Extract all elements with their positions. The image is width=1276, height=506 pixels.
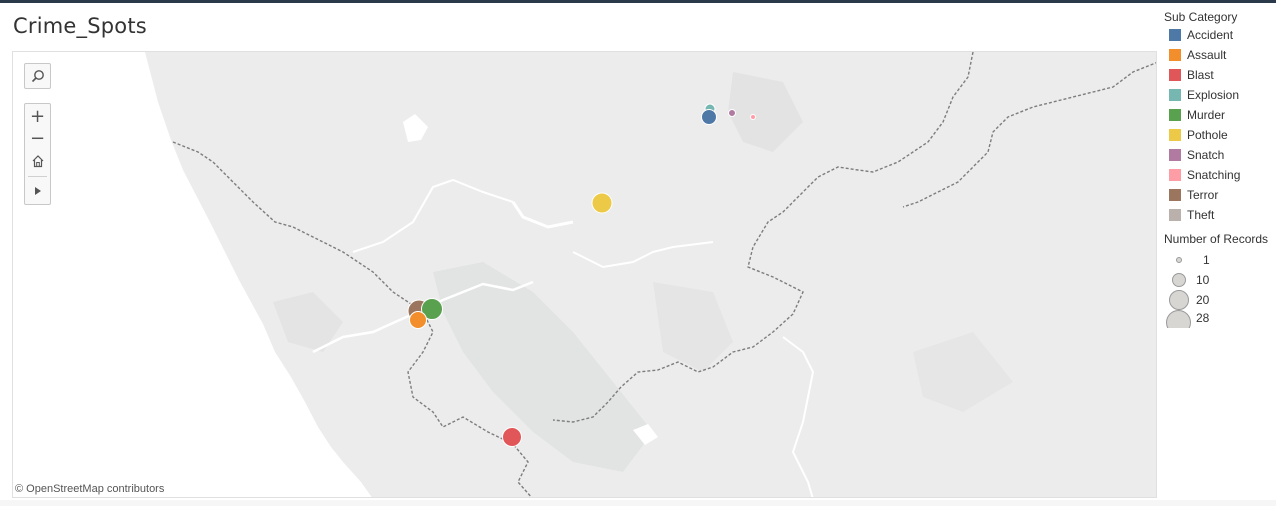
legend-item-accident[interactable]: Accident [1164,25,1276,45]
point-snatch[interactable] [728,109,736,117]
map-attribution[interactable]: © OpenStreetMap contributors [15,483,164,495]
legend-label: Theft [1187,208,1215,222]
size-circle [1172,273,1186,287]
reset-map-button[interactable] [25,150,50,172]
legend-swatch [1169,49,1181,61]
point-snatching[interactable] [750,114,756,120]
zoom-out-button[interactable]: − [25,128,50,150]
play-icon [34,187,41,195]
size-circle [1166,310,1191,328]
legend-swatch [1169,89,1181,101]
legend-item-terror[interactable]: Terror [1164,185,1276,205]
legend-label: Murder [1187,108,1226,122]
point-accident[interactable] [701,109,717,125]
size-label: 28 [1196,311,1210,325]
size-circle [1176,257,1182,263]
size-legend-item: 10 [1164,270,1276,290]
legend-label: Terror [1187,188,1219,202]
legend-item-snatching[interactable]: Snatching [1164,165,1276,185]
size-label: 10 [1196,273,1210,287]
map-zoom-toolbar: + − [24,103,51,205]
legend-item-blast[interactable]: Blast [1164,65,1276,85]
size-label: 20 [1196,293,1210,307]
size-legend-title: Number of Records [1164,232,1269,246]
point-assault[interactable] [409,311,427,329]
toolbar-divider [28,176,47,177]
point-pothole[interactable] [591,192,613,214]
point-blast[interactable] [502,427,522,447]
size-legend-item: 1 [1164,250,1276,270]
size-circle [1169,290,1189,310]
legend-swatch [1169,169,1181,181]
crime-points-layer [407,103,756,447]
zoom-in-button[interactable]: + [25,106,50,128]
legend-item-explosion[interactable]: Explosion [1164,85,1276,105]
legend-label: Accident [1187,28,1234,42]
legend-swatch [1169,109,1181,121]
top-accent-bar [0,0,1276,3]
search-icon [31,70,44,83]
legend-panel: Sub Category Accident Assault Blast Expl… [1164,9,1276,328]
size-label: 1 [1203,253,1210,267]
plus-icon: + [29,106,46,127]
legend-label: Snatching [1187,168,1241,182]
legend-item-theft[interactable]: Theft [1164,205,1276,225]
legend-swatch [1169,149,1181,161]
legend-swatch [1169,69,1181,81]
legend-swatch [1169,29,1181,41]
color-legend: Accident Assault Blast Explosion Murder … [1164,25,1276,225]
legend-label: Snatch [1187,148,1225,162]
map-search-button[interactable] [24,63,51,89]
legend-item-assault[interactable]: Assault [1164,45,1276,65]
expand-toolbar-button[interactable] [25,180,50,202]
legend-label: Explosion [1187,88,1240,102]
legend-swatch [1169,129,1181,141]
color-legend-title: Sub Category [1164,10,1238,24]
legend-label: Assault [1187,48,1227,62]
legend-label: Pothole [1187,128,1228,142]
legend-item-murder[interactable]: Murder [1164,105,1276,125]
minus-icon: − [29,128,46,149]
size-legend: 1 10 20 28 [1164,250,1276,328]
size-legend-item: 28 [1164,310,1276,328]
legend-item-snatch[interactable]: Snatch [1164,145,1276,165]
size-legend-item: 20 [1164,290,1276,310]
legend-swatch [1169,189,1181,201]
legend-item-pothole[interactable]: Pothole [1164,125,1276,145]
bottom-strip [0,500,1276,506]
legend-swatch [1169,209,1181,221]
worksheet-title: Crime_Spots [13,14,147,38]
home-icon [32,155,43,168]
map-view[interactable]: + − © OpenStreetMap contributors [12,51,1157,498]
legend-label: Blast [1187,68,1214,82]
